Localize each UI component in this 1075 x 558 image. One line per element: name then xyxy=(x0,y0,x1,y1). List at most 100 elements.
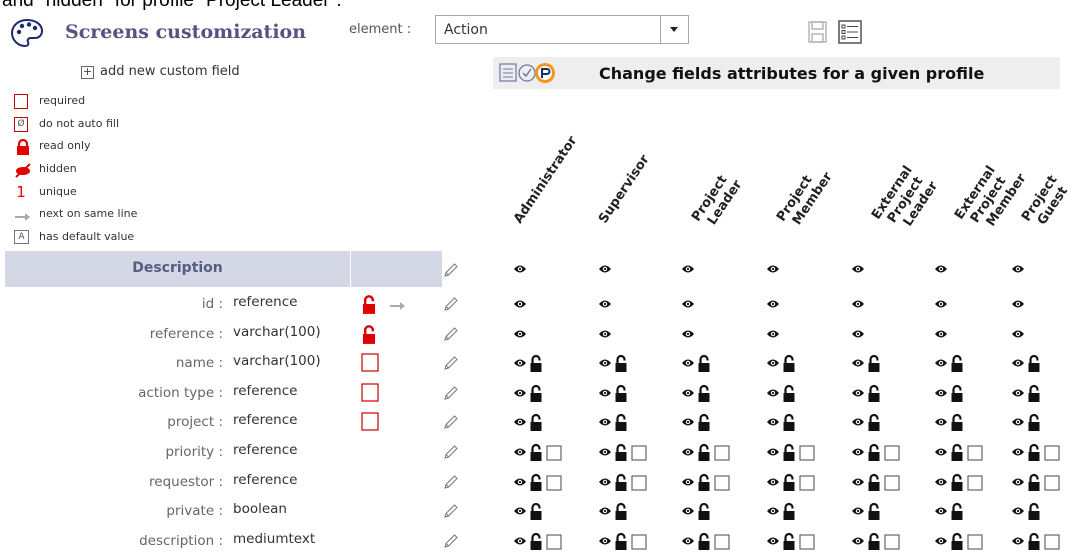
add-custom-field-button[interactable]: + add new custom field xyxy=(81,64,240,79)
profile-attribute-cell[interactable] xyxy=(766,412,836,432)
profile-attribute-cell[interactable] xyxy=(1011,531,1075,551)
lock-icon[interactable] xyxy=(614,412,628,432)
lock-icon[interactable] xyxy=(950,412,964,432)
profile-attribute-cell[interactable] xyxy=(513,412,583,432)
lock-icon[interactable] xyxy=(529,353,543,373)
profile-attribute-cell[interactable] xyxy=(1011,412,1075,432)
eye-icon[interactable] xyxy=(851,442,865,462)
eye-icon[interactable] xyxy=(1011,531,1025,551)
eye-icon[interactable] xyxy=(934,294,948,314)
eye-icon[interactable] xyxy=(1011,353,1025,373)
profile-attribute-cell[interactable] xyxy=(681,383,751,403)
profile-attribute-cell[interactable] xyxy=(766,353,836,373)
eye-icon[interactable] xyxy=(681,472,695,492)
default-value-box-icon[interactable] xyxy=(546,531,562,551)
profile-attribute-cell[interactable] xyxy=(934,324,1004,344)
eye-icon[interactable] xyxy=(598,383,612,403)
lock-icon[interactable] xyxy=(950,531,964,551)
default-value-box-icon[interactable] xyxy=(967,442,983,462)
profile-attribute-cell[interactable] xyxy=(681,353,751,373)
eye-icon[interactable] xyxy=(766,412,780,432)
profile-attribute-cell[interactable] xyxy=(766,531,836,551)
eye-icon[interactable] xyxy=(1011,472,1025,492)
profile-attribute-cell[interactable] xyxy=(598,442,668,462)
profile-attribute-cell[interactable] xyxy=(851,294,921,314)
eye-icon[interactable] xyxy=(598,442,612,462)
profile-attribute-cell[interactable] xyxy=(681,442,751,462)
eye-icon[interactable] xyxy=(681,324,695,344)
lock-icon[interactable] xyxy=(1027,472,1041,492)
eye-icon[interactable] xyxy=(681,259,695,279)
profile-attribute-cell[interactable] xyxy=(513,501,583,521)
lock-icon[interactable] xyxy=(697,412,711,432)
profile-attribute-cell[interactable] xyxy=(766,259,836,279)
profile-attribute-cell[interactable] xyxy=(1011,442,1075,462)
profile-attribute-cell[interactable] xyxy=(513,472,583,492)
chevron-down-icon[interactable] xyxy=(660,16,688,43)
profile-attribute-cell[interactable] xyxy=(1011,353,1075,373)
profile-attribute-cell[interactable] xyxy=(1011,472,1075,492)
lock-icon[interactable] xyxy=(697,531,711,551)
profile-attribute-cell[interactable] xyxy=(681,259,751,279)
eye-icon[interactable] xyxy=(513,442,527,462)
eye-icon[interactable] xyxy=(766,383,780,403)
eye-icon[interactable] xyxy=(766,353,780,373)
lock-icon[interactable] xyxy=(1027,353,1041,373)
default-value-box-icon[interactable] xyxy=(799,531,815,551)
default-value-box-icon[interactable] xyxy=(1044,442,1060,462)
eye-icon[interactable] xyxy=(1011,324,1025,344)
profile-attribute-cell[interactable] xyxy=(513,442,583,462)
profile-attribute-cell[interactable] xyxy=(598,324,668,344)
lock-icon[interactable] xyxy=(950,353,964,373)
default-value-box-icon[interactable] xyxy=(967,531,983,551)
profile-attribute-cell[interactable] xyxy=(681,412,751,432)
lock-icon[interactable] xyxy=(529,531,543,551)
default-value-box-icon[interactable] xyxy=(631,442,647,462)
lock-icon[interactable] xyxy=(1027,383,1041,403)
eye-icon[interactable] xyxy=(598,353,612,373)
eye-icon[interactable] xyxy=(766,531,780,551)
profile-attribute-cell[interactable] xyxy=(681,472,751,492)
eye-icon[interactable] xyxy=(681,531,695,551)
lock-icon[interactable] xyxy=(1027,501,1041,521)
profile-attribute-cell[interactable] xyxy=(766,294,836,314)
lock-icon[interactable] xyxy=(614,383,628,403)
eye-icon[interactable] xyxy=(681,412,695,432)
edit-pencil-icon[interactable] xyxy=(443,414,459,430)
eye-icon[interactable] xyxy=(513,531,527,551)
eye-icon[interactable] xyxy=(851,412,865,432)
edit-pencil-icon[interactable] xyxy=(443,503,459,519)
lock-icon[interactable] xyxy=(782,383,796,403)
eye-icon[interactable] xyxy=(766,294,780,314)
profile-attribute-cell[interactable] xyxy=(851,412,921,432)
default-value-box-icon[interactable] xyxy=(714,531,730,551)
eye-icon[interactable] xyxy=(851,472,865,492)
profile-attribute-cell[interactable] xyxy=(513,294,583,314)
lock-icon[interactable] xyxy=(950,383,964,403)
lock-icon[interactable] xyxy=(697,472,711,492)
edit-pencil-icon[interactable] xyxy=(443,444,459,460)
eye-icon[interactable] xyxy=(513,383,527,403)
profile-attribute-cell[interactable] xyxy=(1011,294,1075,314)
eye-icon[interactable] xyxy=(766,442,780,462)
default-value-box-icon[interactable] xyxy=(884,472,900,492)
eye-icon[interactable] xyxy=(681,383,695,403)
profile-attribute-cell[interactable] xyxy=(1011,501,1075,521)
profile-attribute-cell[interactable] xyxy=(598,501,668,521)
default-value-box-icon[interactable] xyxy=(884,531,900,551)
default-value-box-icon[interactable] xyxy=(714,442,730,462)
lock-icon[interactable] xyxy=(1027,412,1041,432)
edit-pencil-icon[interactable] xyxy=(443,355,459,371)
eye-icon[interactable] xyxy=(513,353,527,373)
eye-icon[interactable] xyxy=(598,472,612,492)
profile-attribute-cell[interactable] xyxy=(934,501,1004,521)
eye-icon[interactable] xyxy=(934,353,948,373)
eye-icon[interactable] xyxy=(1011,294,1025,314)
edit-pencil-icon[interactable] xyxy=(443,385,459,401)
eye-icon[interactable] xyxy=(934,259,948,279)
eye-icon[interactable] xyxy=(851,294,865,314)
lock-icon[interactable] xyxy=(867,412,881,432)
profile-attribute-cell[interactable] xyxy=(513,531,583,551)
default-value-box-icon[interactable] xyxy=(967,472,983,492)
profile-attribute-cell[interactable] xyxy=(851,442,921,462)
